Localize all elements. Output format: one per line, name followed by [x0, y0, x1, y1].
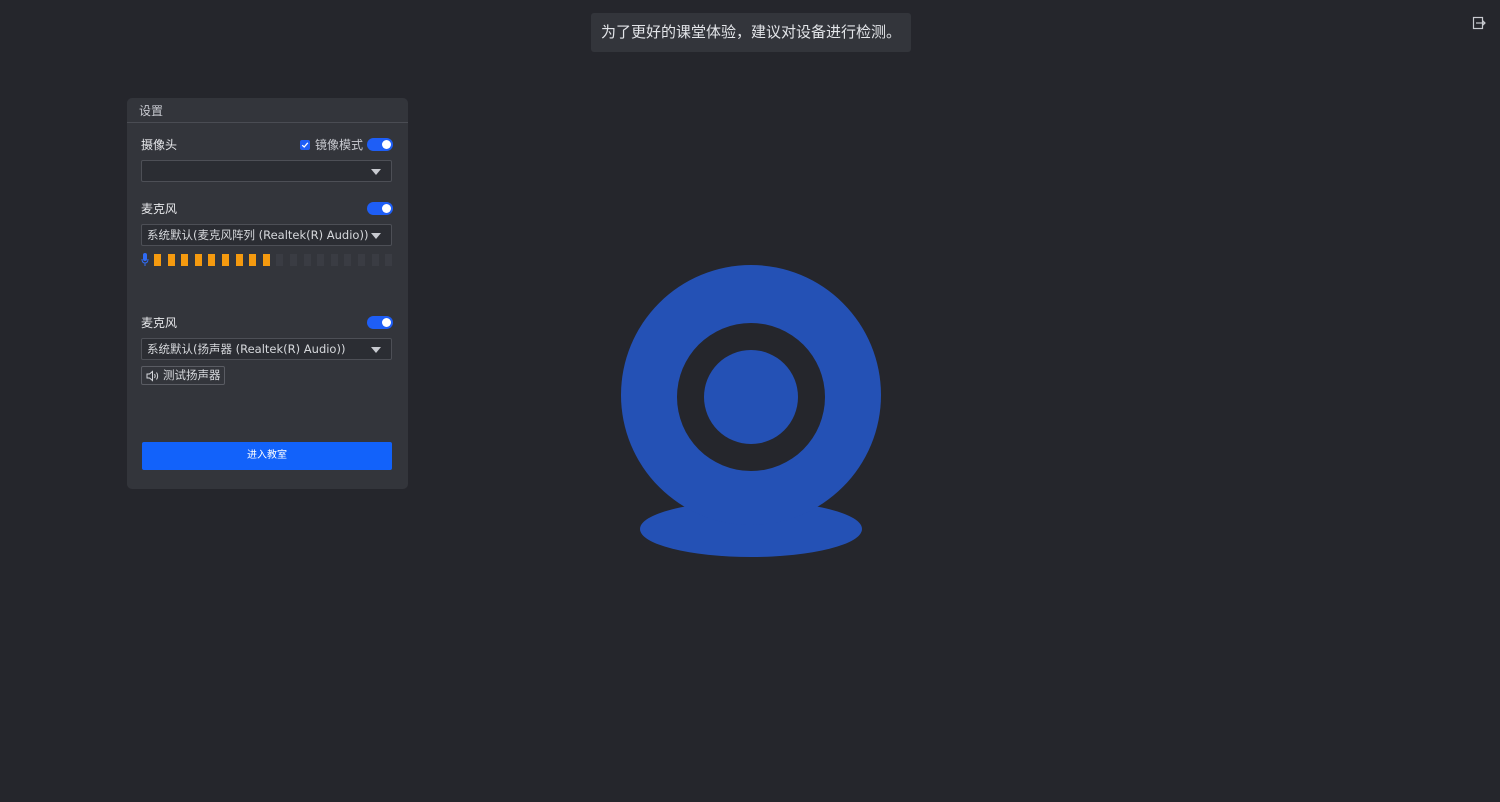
- microphone-select[interactable]: 系统默认(麦克风阵列 (Realtek(R) Audio)): [141, 224, 392, 246]
- mirror-mode-label: 镜像模式: [315, 138, 364, 152]
- level-bar: [194, 253, 202, 266]
- level-bar: [154, 253, 161, 266]
- speaker-icon: [146, 369, 159, 382]
- toggle-knob: [382, 140, 391, 149]
- chevron-down-icon: [371, 233, 381, 239]
- level-bar: [262, 253, 270, 266]
- level-bar: [221, 253, 229, 266]
- level-bar: [181, 253, 189, 266]
- test-speaker-label: 测试扬声器: [163, 368, 221, 382]
- level-bar: [385, 253, 393, 266]
- enter-classroom-button[interactable]: 进入教室: [142, 442, 392, 470]
- level-bar: [249, 253, 257, 266]
- settings-panel-title: 设置: [139, 104, 164, 118]
- level-bar: [289, 253, 297, 266]
- microphone-toggle[interactable]: [367, 202, 393, 215]
- test-speaker-button[interactable]: 测试扬声器: [141, 366, 225, 385]
- webcam-icon: [621, 265, 881, 557]
- chevron-down-icon: [371, 169, 381, 175]
- speaker-label: 麦克风: [141, 316, 178, 330]
- level-bar: [344, 253, 352, 266]
- speaker-select[interactable]: 系统默认(扬声器 (Realtek(R) Audio)): [141, 338, 392, 360]
- check-icon[interactable]: [300, 140, 310, 150]
- microphone-label: 麦克风: [141, 202, 178, 216]
- camera-toggle[interactable]: [367, 138, 393, 151]
- speaker-toggle[interactable]: [367, 316, 393, 329]
- level-bar: [167, 253, 175, 266]
- level-bar: [330, 253, 338, 266]
- camera-label: 摄像头: [141, 138, 178, 152]
- microphone-level-meter: [141, 253, 399, 266]
- toggle-knob: [382, 318, 391, 327]
- device-check-notice: 为了更好的课堂体验，建议对设备进行检测。: [591, 13, 911, 52]
- microphone-select-value: 系统默认(麦克风阵列 (Realtek(R) Audio)): [147, 228, 369, 242]
- level-bar: [208, 253, 216, 266]
- toggle-knob: [382, 204, 391, 213]
- level-bar: [276, 253, 284, 266]
- level-bar: [235, 253, 243, 266]
- level-bar: [357, 253, 365, 266]
- exit-icon[interactable]: [1471, 15, 1487, 31]
- level-bar: [303, 253, 311, 266]
- settings-panel: 设置 摄像头 镜像模式 麦克风 系统默认(麦克风阵列 (Realtek(R) A…: [127, 98, 408, 489]
- chevron-down-icon: [371, 347, 381, 353]
- level-bar: [317, 253, 325, 266]
- mic-icon: [141, 253, 149, 266]
- camera-select[interactable]: [141, 160, 392, 182]
- level-bar: [371, 253, 379, 266]
- mirror-mode-checkbox[interactable]: 镜像模式: [300, 138, 363, 152]
- device-check-screen: 为了更好的课堂体验，建议对设备进行检测。 设置 摄像头 镜像模式 麦克风 系统默…: [0, 0, 1500, 802]
- settings-panel-header: 设置: [127, 98, 408, 123]
- speaker-select-value: 系统默认(扬声器 (Realtek(R) Audio)): [147, 342, 346, 356]
